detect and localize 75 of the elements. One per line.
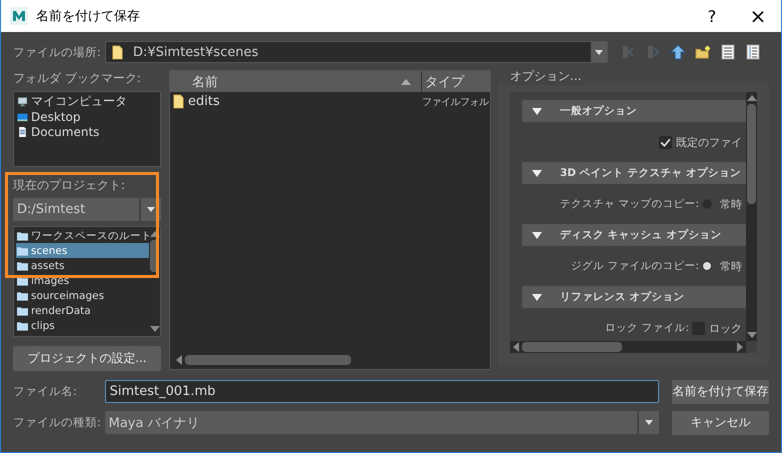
folder-item[interactable]: assets (16, 258, 149, 273)
scrollbar-thumb[interactable] (185, 355, 351, 365)
option-label: 既定のファイ (676, 134, 742, 150)
folder-item[interactable]: images (16, 273, 149, 288)
folder-icon (17, 230, 28, 240)
bookmark-item[interactable]: Desktop (17, 109, 157, 124)
option-caption: テクスチャ マップのコピー: (560, 197, 699, 211)
folder-item[interactable]: clips (16, 318, 149, 333)
computer-icon (17, 96, 28, 106)
project-combo[interactable]: D:/Simtest (13, 198, 161, 221)
bookmark-item[interactable]: Documents (17, 124, 157, 139)
option-label: ロック (709, 320, 742, 336)
expand-icon[interactable] (532, 232, 542, 238)
folder-icon (17, 320, 28, 330)
expand-icon[interactable] (532, 294, 542, 300)
folder-icon (17, 260, 28, 270)
location-label: ファイルの場所: (13, 44, 102, 60)
scrollbar-thumb[interactable] (522, 342, 622, 352)
file-type-cell-text: ファイルフォル (422, 96, 490, 108)
section-title: リファレンス オプション (560, 290, 685, 304)
section-header[interactable]: 一般オプション (522, 100, 746, 122)
option-label: 常時 (720, 258, 742, 274)
scroll-right-icon[interactable] (737, 342, 743, 352)
file-name-field[interactable]: Simtest_001.mb (104, 380, 660, 403)
folder-icon (112, 44, 123, 60)
section-title: ディスク キャッシュ オプション (560, 228, 722, 242)
project-settings-button[interactable]: プロジェクトの設定... (13, 346, 161, 371)
help-button[interactable]: ? (689, 1, 735, 31)
folder-item[interactable]: sourceimages (16, 288, 149, 303)
save-button[interactable]: 名前を付けて保存 (672, 380, 769, 404)
options-label: オプション... (508, 68, 584, 85)
file-type-label: ファイルの種類: (13, 415, 102, 430)
location-combo[interactable]: D:¥Simtest¥scenes (105, 41, 608, 63)
folder-icon (173, 94, 184, 109)
option-caption: ジグル ファイルのコピー: (571, 259, 699, 273)
bookmark-item[interactable]: マイコンピュータ (17, 94, 157, 109)
file-name-label: ファイル名: (13, 384, 78, 399)
sort-ascending-icon (401, 78, 411, 84)
column-header[interactable]: 名前 (170, 71, 422, 92)
scrollbar-thumb[interactable] (747, 104, 756, 204)
option-label: 常時 (720, 196, 742, 212)
folder-item[interactable]: renderData (16, 303, 149, 318)
section-title: 一般オプション (560, 104, 637, 118)
folder-item[interactable]: scenes (16, 243, 149, 258)
folder-icon (17, 246, 28, 256)
column-header[interactable]: タイプ (422, 71, 490, 92)
folder-item[interactable]: ワークスペースのルート (16, 228, 149, 243)
document-icon (17, 126, 28, 136)
cancel-button[interactable]: キャンセル (672, 410, 769, 434)
expand-icon[interactable] (532, 170, 542, 176)
checkbox[interactable] (659, 136, 672, 148)
scroll-down-icon[interactable] (150, 326, 160, 332)
new-folder-icon[interactable] (695, 44, 711, 60)
section-header[interactable]: 3D ペイント テクスチャ オプション (522, 162, 746, 184)
list-view-icon[interactable] (720, 44, 736, 60)
window-title: 名前を付けて保存 (36, 8, 140, 25)
details-view-icon[interactable] (745, 44, 761, 60)
app-logo-icon (10, 7, 28, 25)
folder-icon (17, 306, 28, 316)
desktop-icon (17, 112, 28, 122)
close-button[interactable]: × (735, 1, 781, 31)
option-caption: ロック ファイル: (605, 321, 689, 335)
section-title: 3D ペイント テクスチャ オプション (560, 166, 741, 180)
file-name-cell[interactable]: edits (170, 94, 422, 109)
project-label: 現在のプロジェクト: (13, 177, 126, 194)
file-type-combo[interactable]: Maya バイナリ (104, 411, 660, 434)
vertical-scrollbar[interactable] (746, 92, 757, 341)
section-header[interactable]: リファレンス オプション (522, 286, 746, 308)
up-arrow-icon[interactable] (670, 44, 686, 60)
section-header[interactable]: ディスク キャッシュ オプション (522, 224, 746, 246)
bookmarks-label: フォルダ ブックマーク: (13, 70, 142, 87)
folder-icon (17, 290, 28, 300)
radio-button[interactable] (702, 261, 712, 271)
expand-icon[interactable] (532, 108, 542, 114)
horizontal-scrollbar[interactable] (510, 341, 746, 353)
